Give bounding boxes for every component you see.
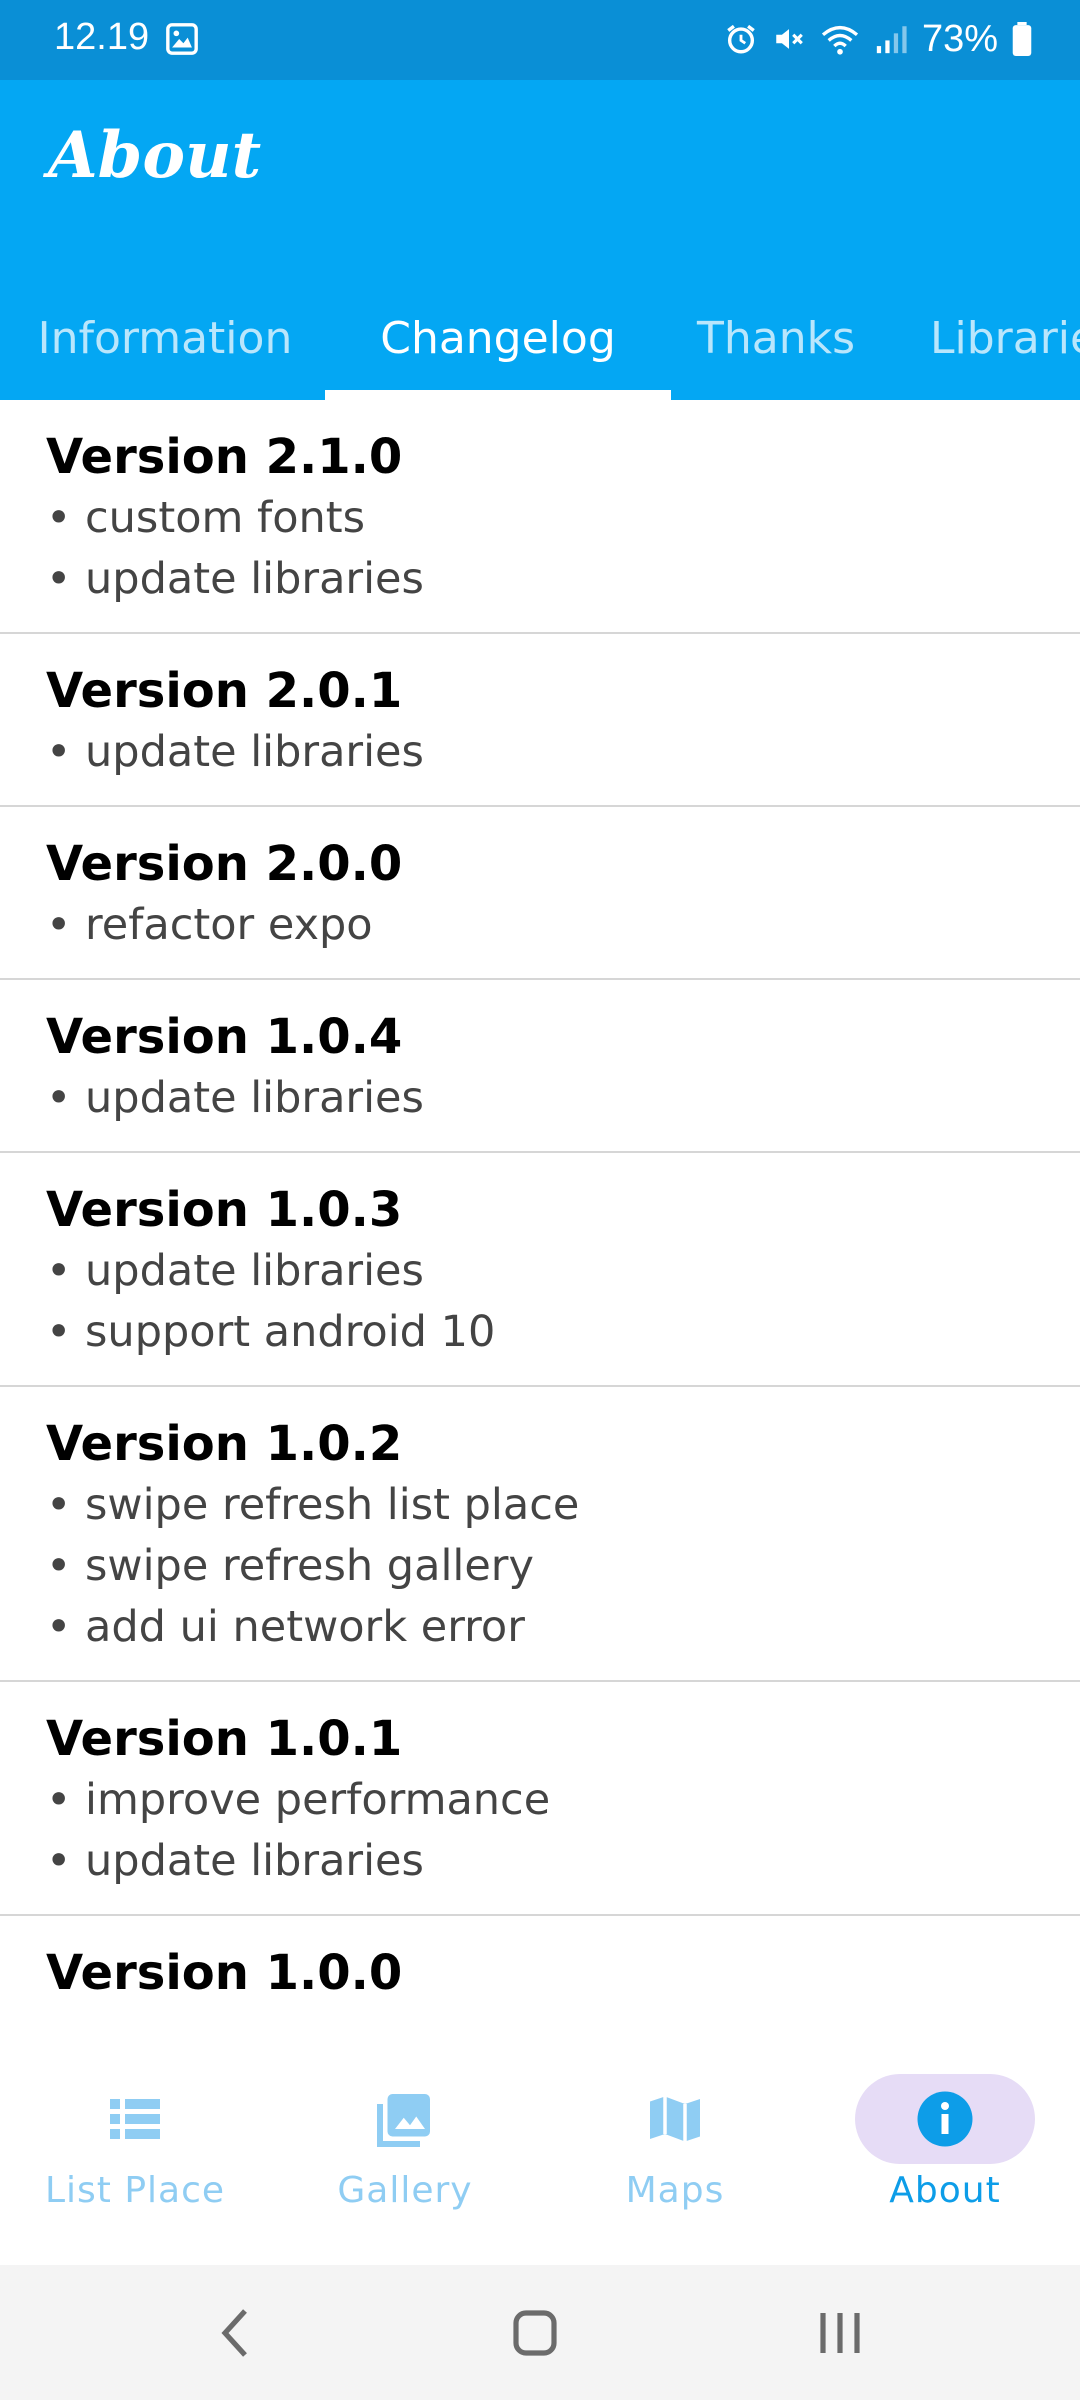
version-title: Version 1.0.0	[46, 1945, 403, 2001]
version-title: Version 2.0.1	[46, 663, 403, 719]
change-item: • swipe refresh list place	[46, 1480, 580, 1530]
version-title: Version 1.0.4	[46, 1009, 403, 1065]
nav-gallery[interactable]: Gallery	[270, 2040, 540, 2265]
change-item: • support android 10	[46, 1307, 496, 1357]
tab-changelog[interactable]: Changelog	[325, 276, 671, 400]
home-icon[interactable]	[510, 2305, 560, 2361]
nav-label: Maps	[625, 2170, 725, 2211]
recent-apps-icon[interactable]	[815, 2305, 865, 2361]
nav-label: List Place	[44, 2170, 226, 2211]
change-item: • update libraries	[46, 1246, 424, 1296]
change-item: • update libraries	[46, 1836, 424, 1886]
version-title: Version 1.0.3	[46, 1182, 403, 1238]
signal-icon	[876, 26, 907, 54]
system-navigation-bar	[0, 2265, 1080, 2400]
tab-information[interactable]: Information	[0, 276, 330, 400]
battery-percentage: 73%	[921, 17, 998, 60]
image-icon	[166, 23, 198, 55]
change-item: • improve performance	[46, 1775, 551, 1825]
change-item: • update libraries	[46, 554, 424, 604]
nav-label: Gallery	[337, 2170, 473, 2211]
nav-label: About	[889, 2170, 1001, 2211]
changelog-entry: Version 1.0.0	[0, 1916, 1080, 2026]
status-time: 12.19	[54, 16, 150, 58]
changelog-entry: Version 2.1.0 • custom fonts • update li…	[0, 400, 1080, 634]
nav-about[interactable]: About	[810, 2040, 1080, 2265]
changelog-entry: Version 1.0.4 • update libraries	[0, 980, 1080, 1153]
gallery-icon	[377, 2094, 430, 2147]
changelog-list[interactable]: Version 2.1.0 • custom fonts • update li…	[0, 400, 1080, 2040]
tab-libraries[interactable]: Libraries	[930, 276, 1080, 400]
active-tab-indicator	[325, 390, 671, 400]
version-title: Version 1.0.2	[46, 1416, 403, 1472]
changelog-entry: Version 2.0.0 • refactor expo	[0, 807, 1080, 980]
changelog-entry: Version 1.0.3 • update libraries • suppo…	[0, 1153, 1080, 1387]
change-item: • swipe refresh gallery	[46, 1541, 534, 1591]
tab-bar: Information Changelog Thanks Libraries	[0, 276, 1080, 400]
version-title: Version 2.0.0	[46, 836, 403, 892]
change-item: • update libraries	[46, 727, 424, 777]
back-icon[interactable]	[215, 2305, 255, 2361]
version-title: Version 1.0.1	[46, 1711, 403, 1767]
change-item: • update libraries	[46, 1073, 424, 1123]
version-title: Version 2.1.0	[46, 429, 403, 485]
mute-icon	[776, 29, 803, 49]
tab-thanks[interactable]: Thanks	[671, 276, 881, 400]
changelog-entry: Version 1.0.2 • swipe refresh list place…	[0, 1387, 1080, 1682]
change-item: • add ui network error	[46, 1602, 525, 1652]
wifi-icon	[821, 25, 859, 55]
changelog-entry: Version 2.0.1 • update libraries	[0, 634, 1080, 807]
change-item: • custom fonts	[46, 493, 366, 543]
nav-list-place[interactable]: List Place	[0, 2040, 270, 2265]
change-item: • refactor expo	[46, 900, 373, 950]
nav-maps[interactable]: Maps	[540, 2040, 810, 2265]
bottom-navigation: List Place Gallery Maps About	[0, 2040, 1080, 2265]
status-bar: 12.19 73%	[0, 0, 1080, 80]
list-icon	[110, 2099, 160, 2139]
info-icon	[917, 2091, 973, 2147]
alarm-icon	[727, 24, 755, 54]
page-title: About	[48, 118, 262, 193]
battery-icon	[1012, 22, 1032, 56]
app-bar: About Information Changelog Thanks Libra…	[0, 80, 1080, 400]
changelog-entry: Version 1.0.1 • improve performance • up…	[0, 1682, 1080, 1916]
map-icon	[650, 2096, 700, 2142]
